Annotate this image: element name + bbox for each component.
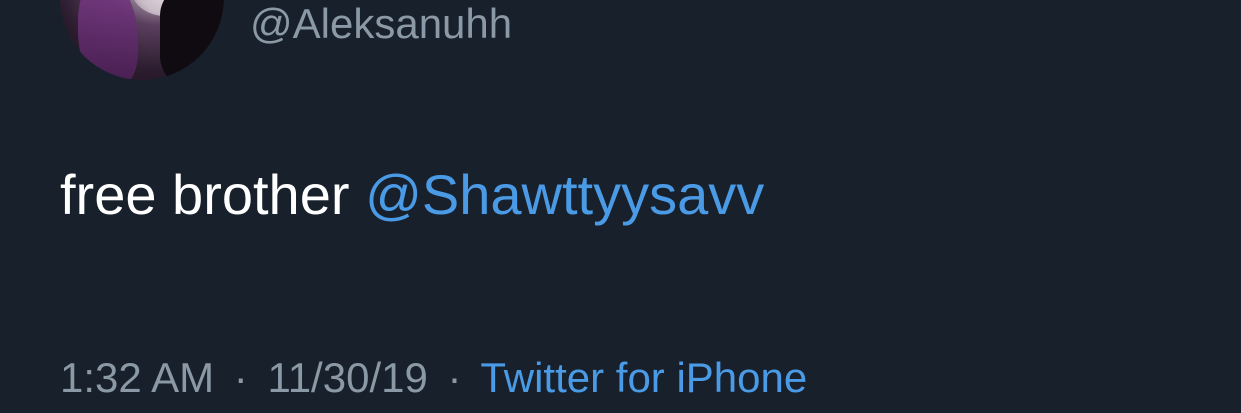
tweet-time[interactable]: 1:32 AM xyxy=(60,354,214,401)
avatar[interactable] xyxy=(60,0,224,80)
mention-link[interactable]: @Shawttyysavv xyxy=(365,163,764,226)
user-handle[interactable]: @Aleksanuhh xyxy=(250,0,512,48)
avatar-hair xyxy=(78,0,138,80)
tweet-meta: 1:32 AM · 11/30/19 · Twitter for iPhone xyxy=(60,353,807,403)
tweet-text: free brother @Shawttyysavv xyxy=(60,163,764,227)
tweet-date[interactable]: 11/30/19 xyxy=(267,354,427,401)
avatar-shirt xyxy=(160,0,224,80)
tweet-detail: @Aleksanuhh free brother @Shawttyysavv 1… xyxy=(0,0,1241,413)
meta-separator: · xyxy=(233,354,248,401)
tweet-body: free brother xyxy=(60,163,350,226)
meta-separator: · xyxy=(447,354,462,401)
tweet-source-link[interactable]: Twitter for iPhone xyxy=(480,354,807,401)
